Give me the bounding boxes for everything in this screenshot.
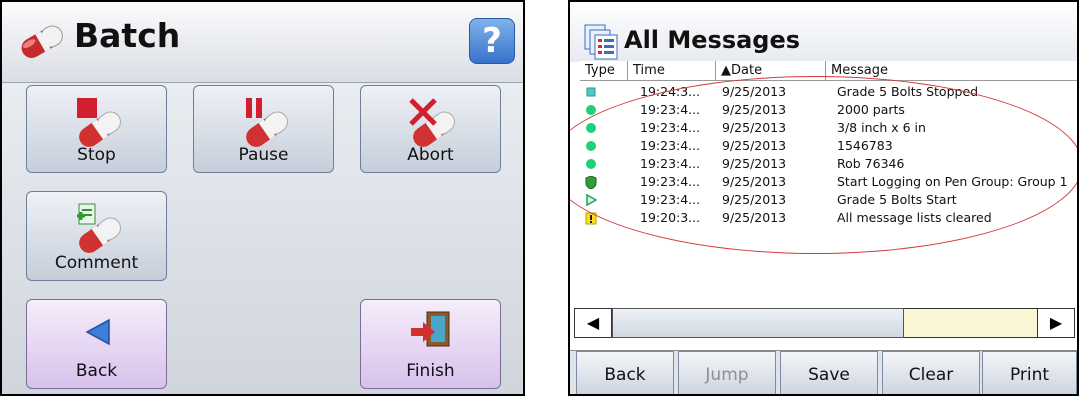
green-dot-icon bbox=[586, 159, 596, 169]
messages-title-bar: All Messages bbox=[570, 2, 1077, 62]
jump-button[interactable]: Jump bbox=[678, 351, 776, 394]
scroll-left-icon[interactable]: ◀ bbox=[574, 308, 612, 338]
green-dot-icon bbox=[586, 123, 596, 133]
row-message: 3/8 inch x 6 in bbox=[837, 120, 926, 135]
abort-button[interactable]: Abort bbox=[360, 85, 501, 173]
row-time: 19:23:4... bbox=[640, 174, 701, 189]
warning-icon bbox=[585, 212, 597, 225]
row-message: 2000 parts bbox=[837, 102, 905, 117]
row-time: 19:23:4... bbox=[640, 192, 701, 207]
abort-label: Abort bbox=[407, 145, 454, 165]
row-time: 19:23:4... bbox=[640, 156, 701, 171]
comment-button[interactable]: Comment bbox=[26, 191, 167, 281]
finish-button[interactable]: Finish bbox=[360, 299, 501, 389]
row-message: Rob 76346 bbox=[837, 156, 905, 171]
stop-label: Stop bbox=[77, 145, 116, 165]
bottom-button-bar: Back Jump Save Clear Print bbox=[570, 350, 1077, 394]
row-time: 19:24:3... bbox=[640, 84, 701, 99]
row-date: 9/25/2013 bbox=[722, 156, 787, 171]
col-header-type[interactable]: Type bbox=[580, 61, 628, 81]
batch-button-area: Stop Pause Abort Comment Back Finish bbox=[2, 82, 523, 394]
row-date: 9/25/2013 bbox=[722, 174, 787, 189]
row-message: Grade 5 Bolts Start bbox=[837, 192, 957, 207]
message-row[interactable]: 19:23:4... 9/25/2013 Grade 5 Bolts Start bbox=[570, 191, 1077, 209]
comment-label: Comment bbox=[54, 253, 139, 273]
col-header-date[interactable]: ▲Date bbox=[716, 61, 826, 81]
message-row[interactable]: 19:24:3... 9/25/2013 Grade 5 Bolts Stopp… bbox=[570, 83, 1077, 101]
message-row[interactable]: 19:20:3... 9/25/2013 All message lists c… bbox=[570, 209, 1077, 227]
row-date: 9/25/2013 bbox=[722, 192, 787, 207]
message-row[interactable]: 19:23:4... 9/25/2013 3/8 inch x 6 in bbox=[570, 119, 1077, 137]
horizontal-scrollbar[interactable]: ◀ ▶ bbox=[574, 308, 1075, 338]
green-dot-icon bbox=[586, 141, 596, 151]
message-row[interactable]: 19:23:4... 9/25/2013 2000 parts bbox=[570, 101, 1077, 119]
back-button[interactable]: Back bbox=[576, 351, 674, 394]
print-button[interactable]: Print bbox=[982, 351, 1077, 394]
finish-door-icon bbox=[411, 311, 450, 347]
row-date: 9/25/2013 bbox=[722, 84, 787, 99]
row-date: 9/25/2013 bbox=[722, 102, 787, 117]
row-message: 1546783 bbox=[837, 138, 893, 153]
green-dot-icon bbox=[586, 105, 596, 115]
pill-logo-icon bbox=[21, 25, 63, 58]
col-header-time[interactable]: Time bbox=[628, 61, 716, 81]
pause-label: Pause bbox=[238, 145, 289, 165]
messages-panel: All Messages Type Time ▲Date Message 19:… bbox=[568, 0, 1079, 396]
row-date: 9/25/2013 bbox=[722, 210, 787, 225]
scroll-right-icon[interactable]: ▶ bbox=[1037, 308, 1075, 338]
green-shield-icon bbox=[585, 176, 597, 189]
row-message: All message lists cleared bbox=[837, 210, 992, 225]
batch-title: Batch bbox=[74, 16, 181, 55]
comment-pill-icon bbox=[77, 203, 121, 253]
row-date: 9/25/2013 bbox=[722, 120, 787, 135]
abort-pill-icon bbox=[409, 98, 455, 147]
row-message: Grade 5 Bolts Stopped bbox=[837, 84, 979, 99]
clear-button[interactable]: Clear bbox=[882, 351, 980, 394]
finish-label: Finish bbox=[406, 361, 455, 381]
back-label: Back bbox=[75, 361, 118, 381]
row-time: 19:23:4... bbox=[640, 102, 701, 117]
batch-panel: Batch ? Stop Pause Abort Comment Back Fi… bbox=[0, 0, 525, 396]
row-date: 9/25/2013 bbox=[722, 138, 787, 153]
message-row[interactable]: 19:23:4... 9/25/2013 Rob 76346 bbox=[570, 155, 1077, 173]
teal-square-icon bbox=[586, 87, 596, 97]
pause-pill-icon bbox=[246, 98, 288, 147]
row-time: 19:20:3... bbox=[640, 210, 701, 225]
col-header-message[interactable]: Message bbox=[826, 61, 1077, 81]
back-button[interactable]: Back bbox=[26, 299, 167, 389]
stop-button[interactable]: Stop bbox=[26, 85, 167, 173]
scroll-thumb[interactable] bbox=[612, 308, 904, 338]
help-button[interactable]: ? bbox=[469, 18, 515, 64]
row-time: 19:23:4... bbox=[640, 138, 701, 153]
row-time: 19:23:4... bbox=[640, 120, 701, 135]
batch-title-bar: Batch ? bbox=[2, 2, 523, 84]
messages-title: All Messages bbox=[624, 26, 801, 54]
pause-button[interactable]: Pause bbox=[193, 85, 334, 173]
stop-pill-icon bbox=[77, 98, 121, 147]
message-list-icon bbox=[584, 24, 618, 60]
message-row[interactable]: 19:23:4... 9/25/2013 1546783 bbox=[570, 137, 1077, 155]
green-play-icon bbox=[586, 194, 597, 206]
row-message: Start Logging on Pen Group: Group 1 bbox=[837, 174, 1068, 189]
save-button[interactable]: Save bbox=[780, 351, 878, 394]
message-row[interactable]: 19:23:4... 9/25/2013 Start Logging on Pe… bbox=[570, 173, 1077, 191]
